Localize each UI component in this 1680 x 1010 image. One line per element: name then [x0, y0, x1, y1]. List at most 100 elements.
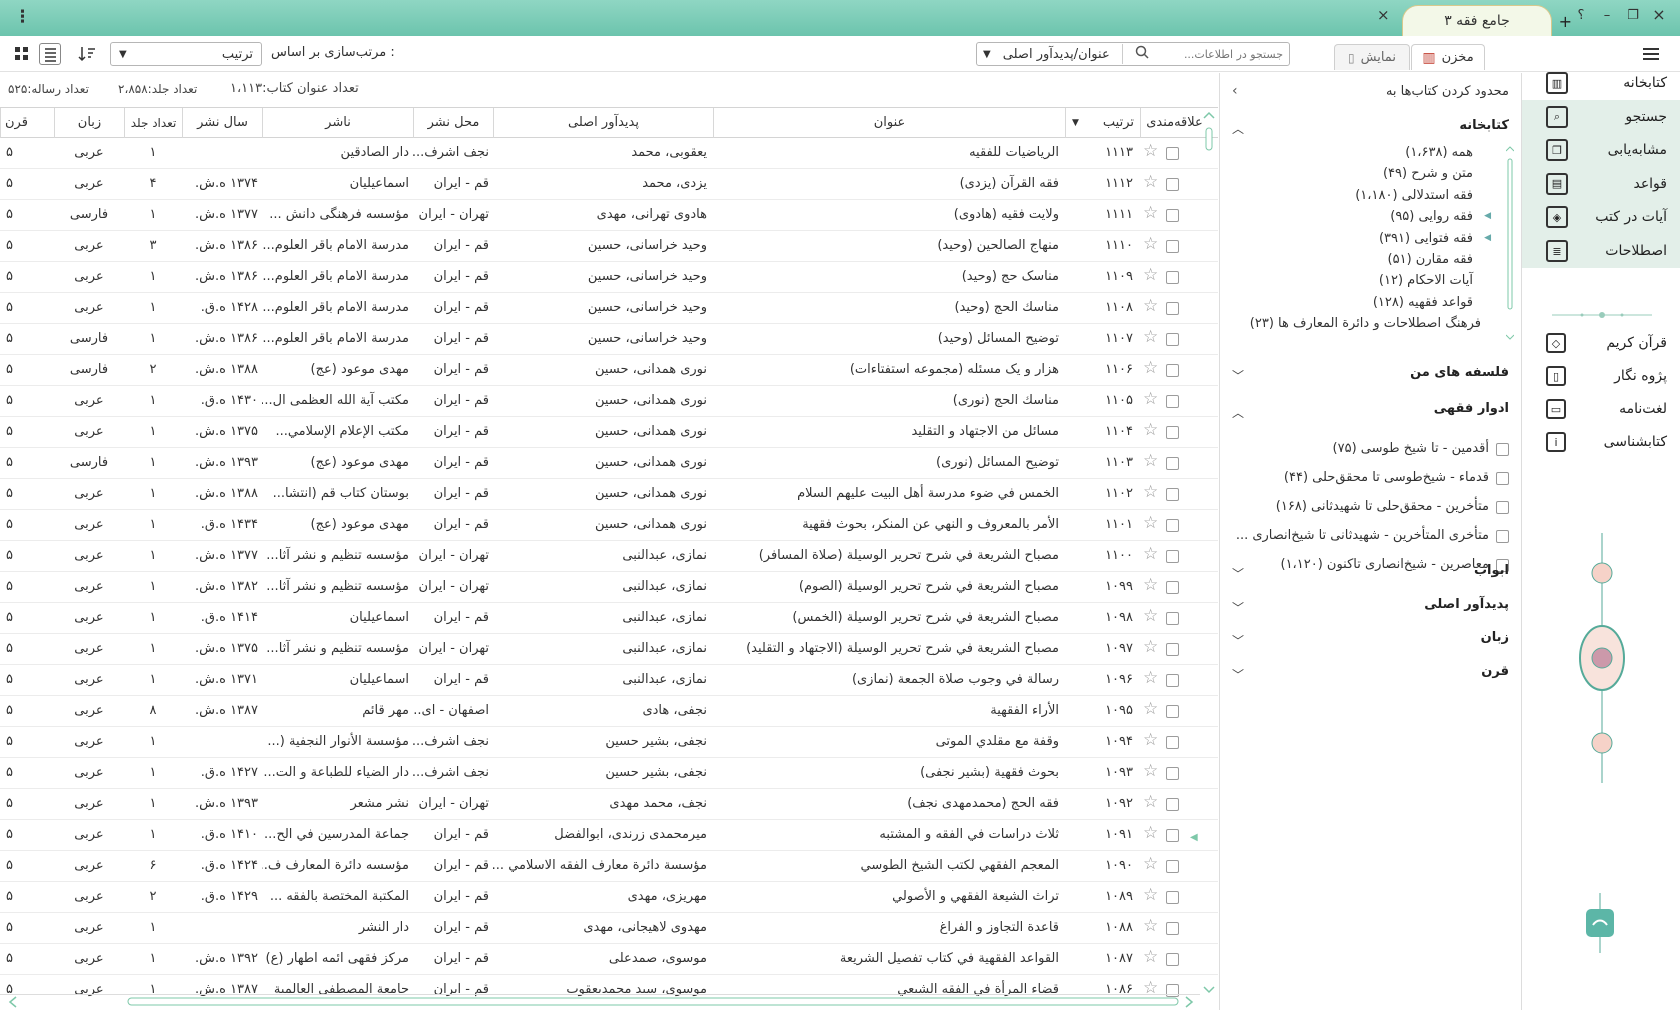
- sidebar-item[interactable]: ≣ اصطلاحات: [1522, 234, 1680, 268]
- star-icon[interactable]: ☆: [1143, 823, 1158, 843]
- library-item[interactable]: متن و شرح (۴۹): [1383, 166, 1473, 181]
- table-row[interactable]: ☆ ۱۰۹۴ وقفة مع مقلدي الموتى نجفی، بشیر حسین…: [0, 727, 1218, 758]
- row-checkbox[interactable]: [1166, 209, 1179, 222]
- library-item[interactable]: فقه فتوایی (۳۹۱): [1379, 231, 1473, 246]
- row-checkbox[interactable]: [1166, 674, 1179, 687]
- adwar-section-title[interactable]: ادوار فقهی: [1434, 401, 1509, 416]
- chevron-down-icon[interactable]: ﹀: [1232, 632, 1244, 649]
- hamburger-icon[interactable]: [1640, 43, 1662, 65]
- star-icon[interactable]: ☆: [1143, 947, 1158, 967]
- sidebar-item[interactable]: ▭ لغت‌نامه: [1522, 392, 1680, 426]
- row-checkbox[interactable]: [1166, 271, 1179, 284]
- star-icon[interactable]: ☆: [1143, 234, 1158, 254]
- table-row[interactable]: ☆ ۱۰۸۸ قاعدة التجاوز و الفراغ مهدوی لاهیجان…: [0, 913, 1218, 944]
- vertical-scrollbar[interactable]: [1200, 110, 1218, 995]
- star-icon[interactable]: ☆: [1143, 699, 1158, 719]
- library-item[interactable]: همه (۱،۶۳۸): [1405, 145, 1473, 160]
- star-icon[interactable]: ☆: [1143, 668, 1158, 688]
- table-row[interactable]: ☆ ۱۱۰۲ الخمس في ضوء مدرسة أهل البيت عليهم …: [0, 479, 1218, 510]
- expand-arrow-icon[interactable]: ◀: [1484, 211, 1491, 221]
- star-icon[interactable]: ☆: [1143, 296, 1158, 316]
- sidebar-item[interactable]: ❐ مشابه‌یابی: [1522, 133, 1680, 168]
- row-checkbox[interactable]: [1166, 736, 1179, 749]
- tab-close-icon[interactable]: ×: [1377, 6, 1395, 24]
- star-icon[interactable]: ☆: [1143, 637, 1158, 657]
- sidebar-item[interactable]: ⌕ جستجو: [1522, 99, 1680, 134]
- library-scrollbar[interactable]: [1505, 145, 1515, 341]
- table-row[interactable]: ☆ ۱۱۰۹ مناسک حج (وحید) وحید خراسانی، حسین قم…: [0, 262, 1218, 293]
- star-icon[interactable]: ☆: [1143, 854, 1158, 874]
- close-window-button[interactable]: ×: [1648, 5, 1670, 24]
- col-place[interactable]: محل نشر: [413, 108, 493, 138]
- sort-direction-icon[interactable]: [77, 44, 97, 64]
- table-row[interactable]: ☆ ۱۱۰۰ مصباح الشريعة في شرح تحرير الوسيلة …: [0, 541, 1218, 572]
- sidebar-item[interactable]: i کتابشناسی: [1522, 425, 1680, 459]
- row-checkbox[interactable]: [1166, 395, 1179, 408]
- search-input[interactable]: [1161, 47, 1283, 61]
- table-row[interactable]: ☆ ۱۰۹۶ رسالة في وجوب صلاة الجمعة (نمازی) نم…: [0, 665, 1218, 696]
- row-checkbox[interactable]: [1166, 426, 1179, 439]
- period-checkbox[interactable]: [1496, 530, 1509, 543]
- table-row[interactable]: ☆ ۱۰۹۱ ثلاث دراسات في الفقه و المشتبه میرمح…: [0, 820, 1218, 851]
- table-row[interactable]: ☆ ۱۱۰۶ هزار و یک مسئله (مجموعه استفتاءات) ن…: [0, 355, 1218, 386]
- chevron-down-icon[interactable]: ﹀: [1232, 367, 1244, 384]
- row-checkbox[interactable]: [1166, 860, 1179, 873]
- star-icon[interactable]: ☆: [1143, 544, 1158, 564]
- row-checkbox[interactable]: [1166, 953, 1179, 966]
- row-checkbox[interactable]: [1166, 891, 1179, 904]
- library-section-title[interactable]: کتابخانه: [1459, 118, 1509, 133]
- table-row[interactable]: ☆ ۱۱۰۸ مناسك الحج (وحید) وحید خراسانی، حسین…: [0, 293, 1218, 324]
- table-row[interactable]: ☆ ۱۰۹۹ مصباح الشريعة في شرح تحرير الوسيلة …: [0, 572, 1218, 603]
- search-icon[interactable]: [1135, 45, 1149, 63]
- row-checkbox[interactable]: [1166, 829, 1179, 842]
- star-icon[interactable]: ☆: [1143, 916, 1158, 936]
- library-item[interactable]: قواعد فقهیه (۱۲۸): [1373, 295, 1473, 310]
- sort-select[interactable]: ▼ ترتیب: [110, 42, 262, 66]
- table-row[interactable]: ☆ ۱۱۰۷ توضيح المسائل (وحید) وحید خراسانی، ح…: [0, 324, 1218, 355]
- col-num[interactable]: ترتیب ▼: [1065, 108, 1140, 138]
- filter-section-title[interactable]: پدیدآور اصلی: [1424, 597, 1509, 612]
- chevron-down-icon[interactable]: ▼: [983, 49, 991, 60]
- star-icon[interactable]: ☆: [1143, 885, 1158, 905]
- table-row[interactable]: ☆ ۱۱۰۳ توضيح المسائل (نوری) نوری همدانی، حس…: [0, 448, 1218, 479]
- star-icon[interactable]: ☆: [1143, 606, 1158, 626]
- row-checkbox[interactable]: [1166, 488, 1179, 501]
- sidebar-item[interactable]: ◈ آیات در کتب: [1522, 200, 1680, 235]
- app-menu-icon[interactable]: ⋮: [14, 7, 31, 27]
- chevron-down-icon[interactable]: ﹀: [1232, 565, 1244, 582]
- search-field-select[interactable]: عنوان/پدیدآور اصلی: [1003, 47, 1110, 62]
- row-checkbox[interactable]: [1166, 519, 1179, 532]
- filter-section-title[interactable]: قرن: [1481, 664, 1509, 679]
- star-icon[interactable]: ☆: [1143, 730, 1158, 750]
- col-fav[interactable]: علاقه‌مندی: [1140, 108, 1208, 138]
- row-checkbox[interactable]: [1166, 643, 1179, 656]
- table-row[interactable]: ☆ ۱۰۹۵ الأراء الفقهية نجفی، هادی اصفهان - ای…: [0, 696, 1218, 727]
- star-icon[interactable]: ☆: [1143, 513, 1158, 533]
- sidebar-item[interactable]: ▤ قواعد: [1522, 166, 1680, 201]
- table-row[interactable]: ☆ ۱۰۹۷ مصباح الشريعة في شرح تحرير الوسيلة …: [0, 634, 1218, 665]
- star-icon[interactable]: ☆: [1143, 172, 1158, 192]
- collapse-panel-arrow-icon[interactable]: ◀: [1190, 832, 1198, 843]
- horizontal-scrollbar[interactable]: [0, 994, 1200, 1008]
- col-year[interactable]: سال نشر: [182, 108, 262, 138]
- library-item[interactable]: فقه استدلالی (۱،۱۸۰): [1355, 188, 1473, 203]
- tab-mokhzan[interactable]: ▥ مخزن: [1411, 44, 1485, 70]
- row-checkbox[interactable]: [1166, 333, 1179, 346]
- period-checkbox[interactable]: [1496, 443, 1509, 456]
- row-checkbox[interactable]: [1166, 705, 1179, 718]
- filter-section-title[interactable]: زبان: [1481, 630, 1509, 645]
- grid-view-icon[interactable]: [12, 44, 32, 64]
- row-checkbox[interactable]: [1166, 364, 1179, 377]
- table-row[interactable]: ☆ ۱۱۰۵ مناسك الحج (نوری) نوری همدانی، حسین ق…: [0, 386, 1218, 417]
- row-checkbox[interactable]: [1166, 302, 1179, 315]
- chevron-down-icon[interactable]: ﹀: [1232, 666, 1244, 683]
- collapse-arrow-icon[interactable]: ‹: [1232, 83, 1238, 99]
- table-row[interactable]: ☆ ۱۰۹۳ بحوث فقهية (بشیر نجفی) نجفی، بشیر حس…: [0, 758, 1218, 789]
- star-icon[interactable]: ☆: [1143, 265, 1158, 285]
- row-checkbox[interactable]: [1166, 457, 1179, 470]
- table-row[interactable]: ☆ ۱۱۱۳ الرياضيات للفقيه یعقوبی، محمد نجف اشر…: [0, 138, 1218, 169]
- filter-section-title[interactable]: ابواب: [1474, 563, 1509, 578]
- star-icon[interactable]: ☆: [1143, 420, 1158, 440]
- star-icon[interactable]: ☆: [1143, 327, 1158, 347]
- sidebar-item[interactable]: ▥ کتابخانه: [1522, 66, 1680, 100]
